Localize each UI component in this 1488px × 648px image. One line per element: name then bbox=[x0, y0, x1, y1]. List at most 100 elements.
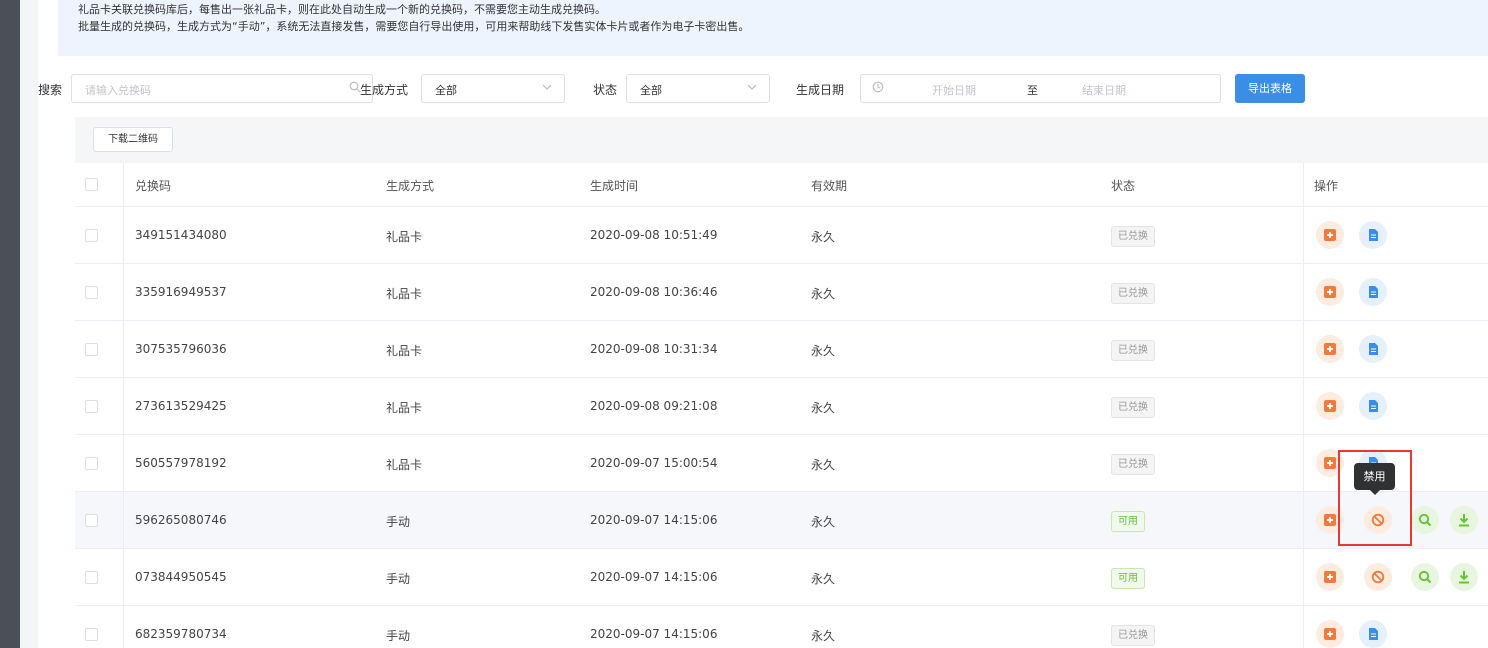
status-value: 全部 bbox=[640, 84, 662, 97]
method-label: 生成方式 bbox=[360, 83, 409, 97]
cell-method: 手动 bbox=[386, 515, 411, 529]
download-icon[interactable] bbox=[1450, 563, 1478, 591]
search-input[interactable]: 请输入兑换码 bbox=[71, 74, 373, 103]
end-date-placeholder[interactable]: 结束日期 bbox=[1082, 82, 1126, 98]
cell-code: 682359780734 bbox=[135, 627, 227, 641]
status-badge: 已兑换 bbox=[1111, 283, 1155, 304]
cell-code: 596265080746 bbox=[135, 513, 227, 527]
method-value: 全部 bbox=[435, 84, 457, 97]
cell-validity: 永久 bbox=[811, 287, 836, 301]
table-row: 682359780734 手动 2020-09-07 14:15:06 永久 已兑换 bbox=[75, 606, 1488, 648]
status-badge: 已兑换 bbox=[1111, 226, 1155, 247]
date-range-picker[interactable]: 开始日期 至 结束日期 bbox=[860, 74, 1221, 103]
document-icon[interactable] bbox=[1359, 335, 1387, 363]
table-row: 273613529425 礼品卡 2020-09-08 09:21:08 永久 已兑换 bbox=[75, 378, 1488, 435]
table-row: 560557978192 礼品卡 2020-09-07 15:00:54 永久 已兑换 bbox=[75, 435, 1488, 492]
cell-method: 礼品卡 bbox=[386, 230, 423, 244]
document-icon[interactable] bbox=[1359, 278, 1387, 306]
status-badge: 已兑换 bbox=[1111, 454, 1155, 475]
cell-time: 2020-09-08 09:21:08 bbox=[590, 399, 718, 413]
row-checkbox[interactable] bbox=[85, 457, 98, 470]
row-checkbox[interactable] bbox=[85, 628, 98, 641]
download-qr-button[interactable]: 下载二维码 bbox=[93, 127, 173, 152]
row-checkbox[interactable] bbox=[85, 286, 98, 299]
cell-time: 2020-09-08 10:51:49 bbox=[590, 228, 718, 242]
document-icon[interactable] bbox=[1359, 620, 1387, 648]
column-divider bbox=[1303, 163, 1304, 648]
cell-code: 560557978192 bbox=[135, 456, 227, 470]
cell-time: 2020-09-07 15:00:54 bbox=[590, 456, 718, 470]
cell-code: 273613529425 bbox=[135, 399, 227, 413]
table-row: 335916949537 礼品卡 2020-09-08 10:36:46 永久 已兑换 bbox=[75, 264, 1488, 321]
notice-line-1: 礼品卡关联兑换码库后，每售出一张礼品卡，则在此处自动生成一个新的兑换码，不需要您… bbox=[78, 3, 606, 16]
header-code: 兑换码 bbox=[135, 179, 172, 193]
sidebar-strip bbox=[0, 0, 20, 648]
table-row: 073844950545 手动 2020-09-07 14:15:06 永久 可用 bbox=[75, 549, 1488, 606]
header-method: 生成方式 bbox=[386, 179, 435, 193]
status-badge: 已兑换 bbox=[1111, 625, 1155, 646]
cell-time: 2020-09-08 10:31:34 bbox=[590, 342, 718, 356]
status-badge: 已兑换 bbox=[1111, 397, 1155, 418]
document-icon[interactable] bbox=[1359, 221, 1387, 249]
cell-code: 335916949537 bbox=[135, 285, 227, 299]
add-square-icon[interactable] bbox=[1316, 392, 1344, 420]
notice-line-2: 批量生成的兑换码，生成方式为“手动”，系统无法直接发售，需要您自行导出使用，可用… bbox=[78, 20, 750, 33]
cell-method: 礼品卡 bbox=[386, 458, 423, 472]
header-time: 生成时间 bbox=[590, 179, 639, 193]
codes-table: 下载二维码 兑换码 生成方式 生成时间 有效期 状态 操作 3491514340… bbox=[75, 117, 1488, 648]
search-icon[interactable] bbox=[1411, 563, 1439, 591]
cell-validity: 永久 bbox=[811, 344, 836, 358]
row-checkbox[interactable] bbox=[85, 400, 98, 413]
cell-method: 手动 bbox=[386, 572, 411, 586]
download-icon[interactable] bbox=[1450, 506, 1478, 534]
search-icon[interactable] bbox=[1411, 506, 1439, 534]
column-divider bbox=[123, 163, 124, 648]
add-square-icon[interactable] bbox=[1316, 335, 1344, 363]
header-status: 状态 bbox=[1111, 179, 1136, 193]
document-icon[interactable] bbox=[1359, 392, 1387, 420]
select-all-checkbox[interactable] bbox=[85, 178, 98, 191]
add-square-icon[interactable] bbox=[1316, 278, 1344, 306]
cell-validity: 永久 bbox=[811, 629, 836, 643]
cell-validity: 永久 bbox=[811, 230, 836, 244]
cell-time: 2020-09-08 10:36:46 bbox=[590, 285, 718, 299]
cell-code: 349151434080 bbox=[135, 228, 227, 242]
status-badge: 已兑换 bbox=[1111, 340, 1155, 361]
cell-time: 2020-09-07 14:15:06 bbox=[590, 513, 718, 527]
export-button[interactable]: 导出表格 bbox=[1235, 74, 1305, 103]
row-checkbox[interactable] bbox=[85, 343, 98, 356]
start-date-placeholder[interactable]: 开始日期 bbox=[932, 82, 976, 98]
row-checkbox[interactable] bbox=[85, 229, 98, 242]
cell-code: 073844950545 bbox=[135, 570, 227, 584]
search-label: 搜索 bbox=[38, 83, 63, 97]
cell-validity: 永久 bbox=[811, 458, 836, 472]
row-checkbox[interactable] bbox=[85, 514, 98, 527]
status-select[interactable]: 全部 bbox=[626, 74, 770, 103]
status-label: 状态 bbox=[593, 83, 618, 97]
date-label: 生成日期 bbox=[796, 83, 845, 97]
ban-icon[interactable] bbox=[1364, 563, 1392, 591]
table-row: 307535796036 礼品卡 2020-09-08 10:31:34 永久 已兑换 bbox=[75, 321, 1488, 378]
add-square-icon[interactable] bbox=[1316, 221, 1344, 249]
status-badge: 可用 bbox=[1111, 568, 1145, 589]
cell-time: 2020-09-07 14:15:06 bbox=[590, 570, 718, 584]
search-placeholder: 请输入兑换码 bbox=[85, 84, 151, 97]
table-row: 349151434080 礼品卡 2020-09-08 10:51:49 永久 已兑换 bbox=[75, 207, 1488, 264]
add-square-icon[interactable] bbox=[1316, 620, 1344, 648]
row-checkbox[interactable] bbox=[85, 571, 98, 584]
cell-method: 礼品卡 bbox=[386, 344, 423, 358]
clock-icon bbox=[872, 81, 884, 96]
cell-method: 礼品卡 bbox=[386, 287, 423, 301]
cell-method: 手动 bbox=[386, 629, 411, 643]
add-square-icon[interactable] bbox=[1316, 563, 1344, 591]
status-badge: 可用 bbox=[1111, 511, 1145, 532]
cell-time: 2020-09-07 14:15:06 bbox=[590, 627, 718, 641]
cell-validity: 永久 bbox=[811, 515, 836, 529]
header-actions: 操作 bbox=[1314, 179, 1339, 193]
date-separator: 至 bbox=[1027, 84, 1038, 97]
highlight-box bbox=[1338, 450, 1412, 546]
notice-banner: 礼品卡关联兑换码库后，每售出一张礼品卡，则在此处自动生成一个新的兑换码，不需要您… bbox=[58, 0, 1488, 56]
cell-code: 307535796036 bbox=[135, 342, 227, 356]
header-validity: 有效期 bbox=[811, 179, 848, 193]
method-select[interactable]: 全部 bbox=[421, 74, 565, 103]
